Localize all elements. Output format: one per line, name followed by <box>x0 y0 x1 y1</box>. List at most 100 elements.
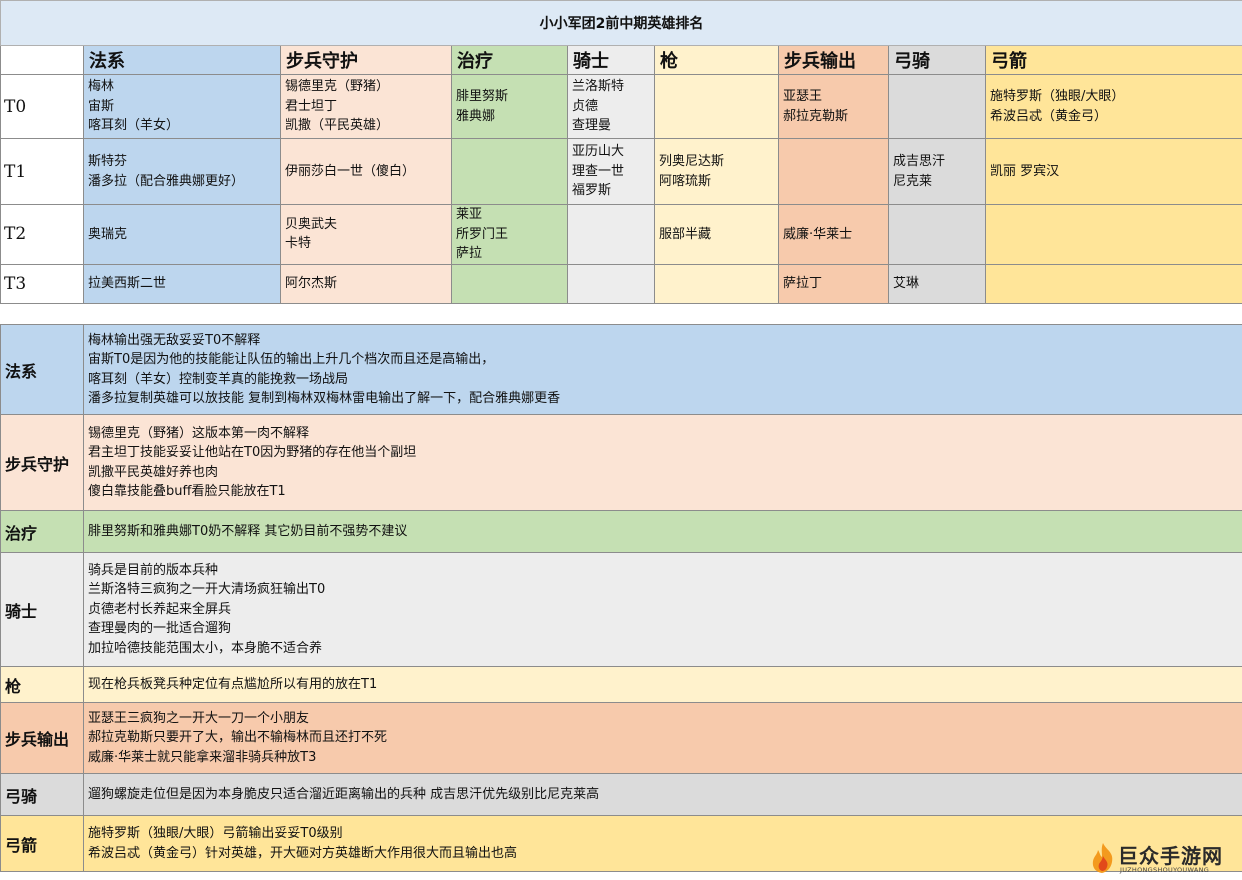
hero-cell: 阿尔杰斯 <box>280 263 452 304</box>
note-description: 现在枪兵板凳兵种定位有点尴尬所以有用的放在T1 <box>83 666 1242 703</box>
note-category: 枪 <box>0 666 84 703</box>
hero-name: 理查一世 <box>572 163 625 179</box>
note-line: 威廉·华莱士就只能拿来溜非骑兵种放T3 <box>88 749 317 765</box>
tier-row: T3 拉美西斯二世 阿尔杰斯 萨拉丁 艾琳 <box>0 263 1242 304</box>
hero-name: 伊丽莎白一世（傻白） <box>285 163 416 179</box>
hero-cell <box>888 204 986 265</box>
hero-cell: 威廉·华莱士 <box>778 204 889 265</box>
notes-table: 法系 梅林输出强无敌妥妥T0不解释宙斯T0是因为他的技能能让队伍的输出上升几个档次… <box>0 324 1242 872</box>
hero-name: 阿喀琉斯 <box>659 173 712 189</box>
hero-name: 腓里努斯 <box>456 89 509 104</box>
hero-name: 锡德里克（野猪） <box>285 79 390 95</box>
hero-cell: 兰洛斯特 贞德 查理曼 <box>567 74 655 139</box>
column-header: 步兵守护 <box>280 45 452 75</box>
note-category: 法系 <box>0 324 84 415</box>
hero-name: 凯丽 罗宾汉 <box>990 163 1060 179</box>
column-header: 枪 <box>654 45 779 75</box>
hero-name: 服部半藏 <box>659 226 712 242</box>
note-category: 弓箭 <box>0 815 84 872</box>
hero-cell: 锡德里克（野猪） 君士坦丁凯撒（平民英雄） <box>280 74 452 139</box>
hero-name: 所罗门王 <box>456 226 509 242</box>
hero-cell: 腓里努斯 雅典娜 <box>451 74 568 139</box>
tier-label: T0 <box>0 74 84 139</box>
hero-name: 莱亚 <box>456 207 483 222</box>
note-description: 锡德里克（野猪）这版本第一肉不解释 君主坦丁技能妥妥让他站在T0因为野猪的存在他当… <box>83 414 1242 511</box>
note-row: 步兵输出 亚瑟王三疯狗之一开大一刀一个小朋友 郝拉克勒斯只要开了大，输出不输梅林而且… <box>0 702 1242 774</box>
note-line: 傻白靠技能叠buff看脸只能放在T1 <box>88 484 286 499</box>
note-row: 治疗 腓里努斯和雅典娜T0奶不解释 其它奶目前不强势不建议 <box>0 510 1242 553</box>
note-line: 希波吕忒（黄金弓）针对英雄，开大砸对方英雄断大作用很大而且输出也高 <box>88 845 518 861</box>
hero-cell: 莱亚 所罗门王 萨拉 <box>451 204 568 265</box>
hero-cell: 亚历山大理查一世福罗斯 <box>567 138 655 205</box>
note-category: 治疗 <box>0 510 84 553</box>
hero-name: 宙斯 <box>88 98 115 114</box>
note-line: 施特罗斯（独眼/大眼）弓箭输出妥妥T0级别 <box>88 826 343 841</box>
tier-table: 小小军团2前中期英雄排名 法系 步兵守护 治疗 骑士枪步兵输出 弓骑 弓箭 T0 梅林 宙斯喀… <box>0 0 1242 304</box>
hero-cell: 服部半藏 <box>654 204 779 265</box>
hero-name: 奥瑞克 <box>88 226 128 242</box>
tier-label: T2 <box>0 204 84 265</box>
hero-cell: 凯丽 罗宾汉 <box>985 138 1242 205</box>
note-category: 步兵守护 <box>0 414 84 511</box>
hero-cell <box>567 204 655 265</box>
tier-row: T0 梅林 宙斯 喀耳刻（羊女） 锡德里克（野猪） 君士坦丁 凯撒（平民英雄） 腓里努斯 雅典娜… <box>0 74 1242 139</box>
hero-name: 施特罗斯（独眼/大眼） <box>990 89 1125 104</box>
hero-name: 阿尔杰斯 <box>285 275 338 291</box>
corner-cell <box>0 45 84 75</box>
hero-name: 亚瑟王 <box>783 89 823 104</box>
hero-name: 君士坦丁 <box>285 98 338 114</box>
hero-name: 梅林 <box>88 79 115 95</box>
column-header: 步兵输出 <box>778 45 889 75</box>
note-category: 步兵输出 <box>0 702 84 774</box>
hero-cell <box>451 138 568 205</box>
hero-name: 亚历山大 <box>572 144 625 160</box>
hero-name: 列奥尼达斯 <box>659 154 725 169</box>
note-row: 弓骑 遛狗螺旋走位但是因为本身脆皮只适合溜近距离输出的兵种 成吉思汗优先级别比尼克… <box>0 773 1242 816</box>
note-line: 亚瑟王三疯狗之一开大一刀一个小朋友 <box>88 710 310 726</box>
hero-name: 兰洛斯特 <box>572 79 625 95</box>
note-row: 法系 梅林输出强无敌妥妥T0不解释宙斯T0是因为他的技能能让队伍的输出上升几个档次… <box>0 324 1242 415</box>
column-header: 骑士 <box>567 45 655 75</box>
note-line: 宙斯T0是因为他的技能能让队伍的输出上升几个档次而且还是高输出， <box>88 352 495 367</box>
hero-cell: 拉美西斯二世 <box>83 263 281 304</box>
note-line: 骑兵是目前的版本兵种 <box>88 562 219 578</box>
watermark-logo: 巨众手游网 JUZHONGSHOUYOUWANG <box>1088 838 1238 878</box>
note-row: 步兵守护 锡德里克（野猪）这版本第一肉不解释 君主坦丁技能妥妥让他站在T0因为野猪的… <box>0 414 1242 511</box>
flame-logo-icon <box>1092 843 1113 873</box>
note-description: 施特罗斯（独眼/大眼）弓箭输出妥妥T0级别希波吕忒（黄金弓）针对英雄，开大砸对方… <box>83 815 1242 872</box>
hero-cell: 伊丽莎白一世（傻白） <box>280 138 452 205</box>
note-line: 梅林输出强无敌妥妥T0不解释 <box>88 332 261 348</box>
page-title: 小小军团2前中期英雄排名 <box>0 0 1242 46</box>
note-description: 遛狗螺旋走位但是因为本身脆皮只适合溜近距离输出的兵种 成吉思汗优先级别比尼克莱高 <box>83 773 1242 816</box>
hero-cell <box>985 263 1242 304</box>
note-line: 喀耳刻（羊女）控制变羊真的能挽救一场战局 <box>88 371 349 387</box>
note-category: 弓骑 <box>0 773 84 816</box>
hero-name: 艾琳 <box>893 275 920 291</box>
note-line: 查理曼肉的一批适合遛狗 <box>88 621 232 637</box>
column-header: 治疗 <box>451 45 568 75</box>
hero-name: 威廉·华莱士 <box>783 226 853 242</box>
column-header: 弓骑 <box>888 45 986 75</box>
hero-cell <box>451 263 568 304</box>
hero-name: 尼克莱 <box>893 173 933 189</box>
hero-cell <box>567 263 655 304</box>
tier-label: T1 <box>0 138 84 205</box>
note-line: 潘多拉复制英雄可以放技能 复制到梅林双梅林雷电输出了解一下，配合雅典娜更香 <box>88 391 561 406</box>
hero-name: 凯撒（平民英雄） <box>285 118 390 134</box>
hero-name: 希波吕忒（黄金弓） <box>990 108 1108 124</box>
hero-cell <box>985 204 1242 265</box>
tier-row: T1 斯特芬 潘多拉（配合雅典娜更好） 伊丽莎白一世（傻白） 亚历山大 理查一世 福罗斯 列奥… <box>0 138 1242 205</box>
hero-cell: 萨拉丁 <box>778 263 889 304</box>
note-category: 骑士 <box>0 552 84 667</box>
hero-name: 萨拉 <box>456 246 483 261</box>
column-header: 弓箭 <box>985 45 1242 75</box>
watermark-name: 巨众手游网 <box>1118 844 1223 868</box>
hero-name: 郝拉克勒斯 <box>783 108 849 124</box>
hero-cell: 贝奥武夫 卡特 <box>280 204 452 265</box>
hero-cell: 奥瑞克 <box>83 204 281 265</box>
hero-name: 福罗斯 <box>572 183 612 199</box>
note-row: 弓箭 施特罗斯（独眼/大眼）弓箭输出妥妥T0级别希波吕忒（黄金弓）针对英雄，开大砸… <box>0 815 1242 872</box>
tier-row: T2 奥瑞克 贝奥武夫 卡特 莱亚所罗门王萨拉 服部半藏 威廉·华莱士 <box>0 204 1242 265</box>
note-line: 贞德老村长养起来全屏兵 <box>88 601 232 617</box>
note-row: 枪现在枪兵板凳兵种定位有点尴尬所以有用的放在T1 <box>0 666 1242 703</box>
